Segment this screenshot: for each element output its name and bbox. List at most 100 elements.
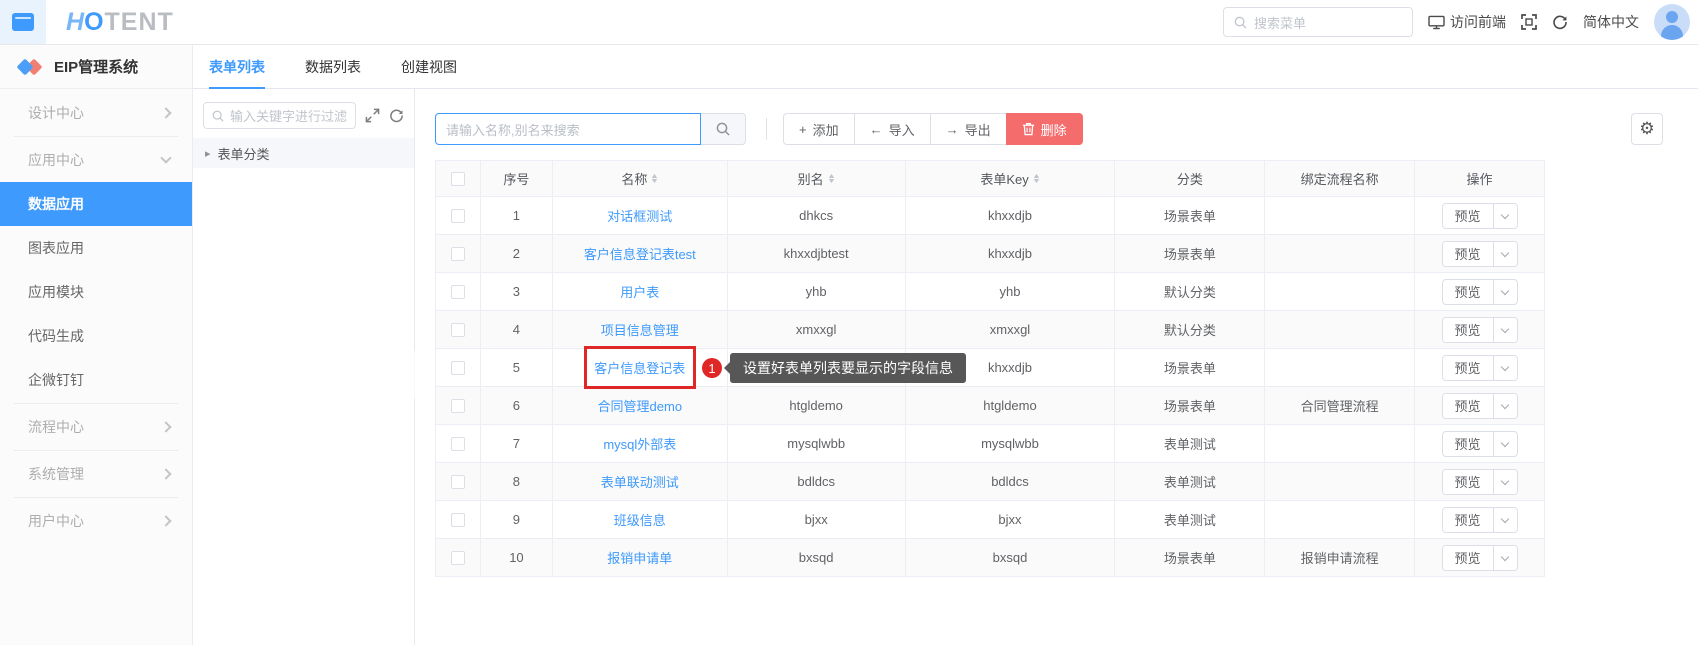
tab-数据列表[interactable]: 数据列表 <box>305 45 361 88</box>
preview-split-button[interactable]: 预览 <box>1442 393 1518 419</box>
search-button[interactable] <box>701 113 746 145</box>
preview-button-label[interactable]: 预览 <box>1443 204 1493 228</box>
sidebar-item-应用中心[interactable]: 应用中心 <box>0 138 192 182</box>
preview-button-label[interactable]: 预览 <box>1443 432 1493 456</box>
import-button[interactable]: ← 导入 <box>854 113 931 145</box>
form-name-link[interactable]: 班级信息 <box>614 510 666 529</box>
fullscreen-button[interactable] <box>1521 14 1537 30</box>
sidebar-toggle-button[interactable] <box>0 0 46 44</box>
sidebar-item-图表应用[interactable]: 图表应用 <box>0 226 192 270</box>
chevron-icon <box>160 107 171 118</box>
preview-button-label[interactable]: 预览 <box>1443 546 1493 570</box>
tab-创建视图[interactable]: 创建视图 <box>401 45 457 88</box>
chevron-down-icon[interactable] <box>1493 356 1517 380</box>
preview-split-button[interactable]: 预览 <box>1442 431 1518 457</box>
preview-button-label[interactable]: 预览 <box>1443 242 1493 266</box>
form-name-link[interactable]: 报销申请单 <box>607 548 672 567</box>
chevron-down-icon[interactable] <box>1493 242 1517 266</box>
menu-search-input[interactable]: 搜索菜单 <box>1223 7 1413 37</box>
sidebar-item-label: 应用中心 <box>28 150 84 170</box>
chevron-down-icon[interactable] <box>1493 470 1517 494</box>
row-checkbox[interactable] <box>451 513 465 527</box>
form-name-link[interactable]: 客户信息登记表test <box>584 244 696 263</box>
form-name-link[interactable]: 对话框测试 <box>607 206 672 225</box>
sidebar-item-用户中心[interactable]: 用户中心 <box>0 499 192 543</box>
form-name-link[interactable]: 用户表 <box>620 282 659 301</box>
form-name-link[interactable]: 合同管理demo <box>598 396 683 415</box>
preview-split-button[interactable]: 预览 <box>1442 469 1518 495</box>
chevron-down-icon[interactable] <box>1493 546 1517 570</box>
sidebar-item-设计中心[interactable]: 设计中心 <box>0 91 192 135</box>
form-name-link[interactable]: 表单联动测试 <box>601 472 679 491</box>
row-checkbox[interactable] <box>451 361 465 375</box>
row-checkbox[interactable] <box>451 437 465 451</box>
column-header-alias[interactable]: 别名 ▲▼ <box>728 161 906 196</box>
form-name-link[interactable]: mysql外部表 <box>603 434 676 453</box>
form-name-link[interactable]: 项目信息管理 <box>601 320 679 339</box>
sidebar-item-代码生成[interactable]: 代码生成 <box>0 314 192 358</box>
sidebar-divider <box>14 403 178 404</box>
chevron-down-icon[interactable] <box>1493 204 1517 228</box>
row-alias: bxsqd <box>728 539 906 576</box>
preview-button-label[interactable]: 预览 <box>1443 508 1493 532</box>
chevron-down-icon[interactable] <box>1493 432 1517 456</box>
preview-split-button[interactable]: 预览 <box>1442 279 1518 305</box>
preview-button-label[interactable]: 预览 <box>1443 318 1493 342</box>
row-index: 8 <box>481 463 553 500</box>
preview-split-button[interactable]: 预览 <box>1442 545 1518 571</box>
row-checkbox[interactable] <box>451 475 465 489</box>
chevron-down-icon[interactable] <box>1493 394 1517 418</box>
row-checkbox[interactable] <box>451 285 465 299</box>
language-switch[interactable]: 简体中文 <box>1583 12 1639 32</box>
column-header-name[interactable]: 名称 ▲▼ <box>553 161 728 196</box>
preview-split-button[interactable]: 预览 <box>1442 507 1518 533</box>
form-name-link[interactable]: 客户信息登记表 <box>594 358 685 377</box>
row-checkbox[interactable] <box>451 551 465 565</box>
sidebar-item-数据应用[interactable]: 数据应用 <box>0 182 192 226</box>
row-checkbox[interactable] <box>451 323 465 337</box>
row-checkbox[interactable] <box>451 399 465 413</box>
expand-all-icon[interactable] <box>365 108 380 123</box>
delete-button[interactable]: 删除 <box>1006 113 1083 145</box>
sidebar-item-label: 用户中心 <box>28 511 84 531</box>
preview-button-label[interactable]: 预览 <box>1443 394 1493 418</box>
sidebar-item-label: 图表应用 <box>28 238 84 258</box>
row-category: 表单测试 <box>1115 463 1265 500</box>
row-checkbox[interactable] <box>451 209 465 223</box>
column-settings-button[interactable]: ⚙ <box>1631 113 1663 145</box>
row-category: 表单测试 <box>1115 425 1265 462</box>
preview-button-label[interactable]: 预览 <box>1443 280 1493 304</box>
monitor-icon <box>1428 15 1445 30</box>
sidebar-item-企微钉钉[interactable]: 企微钉钉 <box>0 358 192 402</box>
sidebar-item-应用模块[interactable]: 应用模块 <box>0 270 192 314</box>
chevron-down-icon[interactable] <box>1493 508 1517 532</box>
export-button[interactable]: → 导出 <box>930 113 1007 145</box>
preview-split-button[interactable]: 预览 <box>1442 355 1518 381</box>
preview-button-label[interactable]: 预览 <box>1443 470 1493 494</box>
row-checkbox[interactable] <box>451 247 465 261</box>
tree-node-form-category[interactable]: ▸ 表单分类 <box>193 138 414 168</box>
sort-icon[interactable]: ▲▼ <box>651 174 658 184</box>
add-button[interactable]: + 添加 <box>783 113 855 145</box>
user-avatar[interactable] <box>1654 4 1690 40</box>
table-search-input[interactable]: 请输入名称,别名来搜索 <box>435 113 701 145</box>
sort-icon[interactable]: ▲▼ <box>1033 174 1040 184</box>
preview-button-label[interactable]: 预览 <box>1443 356 1493 380</box>
refresh-button[interactable] <box>1552 14 1568 30</box>
chevron-icon <box>160 468 171 479</box>
select-all-checkbox[interactable] <box>451 172 465 186</box>
tree-filter-input[interactable]: 输入关键字进行过滤 <box>203 102 356 129</box>
sort-icon[interactable]: ▲▼ <box>828 174 835 184</box>
chevron-down-icon[interactable] <box>1493 318 1517 342</box>
preview-split-button[interactable]: 预览 <box>1442 241 1518 267</box>
arrow-right-icon: → <box>946 122 959 137</box>
sidebar-item-系统管理[interactable]: 系统管理 <box>0 452 192 496</box>
column-header-form-key[interactable]: 表单Key ▲▼ <box>906 161 1116 196</box>
visit-frontend-button[interactable]: 访问前端 <box>1428 12 1506 32</box>
preview-split-button[interactable]: 预览 <box>1442 203 1518 229</box>
tab-表单列表[interactable]: 表单列表 <box>209 45 265 88</box>
chevron-down-icon[interactable] <box>1493 280 1517 304</box>
tree-refresh-icon[interactable] <box>389 108 404 123</box>
sidebar-item-流程中心[interactable]: 流程中心 <box>0 405 192 449</box>
preview-split-button[interactable]: 预览 <box>1442 317 1518 343</box>
